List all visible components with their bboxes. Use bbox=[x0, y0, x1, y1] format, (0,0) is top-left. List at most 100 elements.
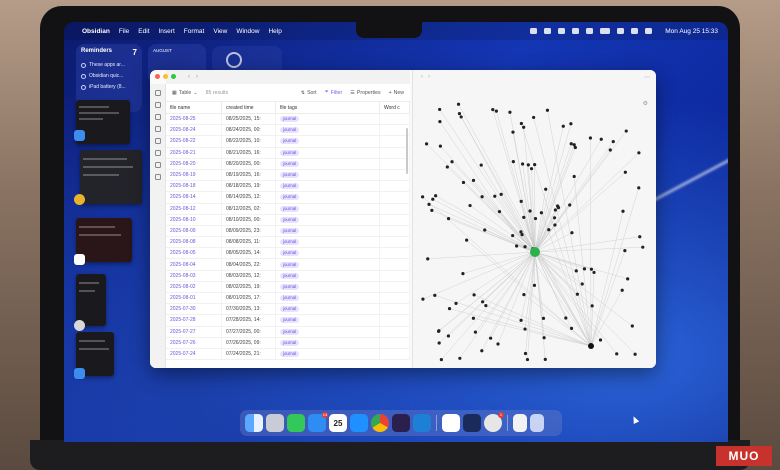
graph-node[interactable] bbox=[450, 160, 454, 164]
file-tags-cell[interactable]: journal bbox=[276, 158, 380, 169]
graph-node[interactable] bbox=[523, 351, 528, 356]
tag-badge[interactable]: journal bbox=[280, 283, 300, 290]
finder-icon[interactable] bbox=[74, 130, 85, 141]
file-tags-cell[interactable]: journal bbox=[276, 136, 380, 147]
word-count-cell[interactable] bbox=[380, 248, 410, 259]
graph-node[interactable] bbox=[592, 270, 596, 275]
graph-node[interactable] bbox=[511, 130, 515, 134]
created-time-cell[interactable]: 08/19/2025, 16: bbox=[222, 169, 276, 181]
tag-badge[interactable]: journal bbox=[280, 339, 300, 346]
documents-dock-icon[interactable] bbox=[513, 414, 527, 432]
table-row[interactable]: 2025-08-09 08/09/2025, 23: journal bbox=[166, 225, 410, 238]
graph-node[interactable] bbox=[447, 307, 452, 311]
file-name-cell[interactable]: 2025-08-04 bbox=[166, 259, 222, 270]
created-time-cell[interactable]: 07/30/2025, 13: bbox=[222, 304, 276, 315]
table-row[interactable]: 2025-08-21 08/21/2025, 16: journal bbox=[166, 147, 410, 159]
tag-badge[interactable]: journal bbox=[280, 138, 300, 145]
filter-button[interactable]: ⏷ Filter bbox=[325, 89, 343, 96]
created-time-cell[interactable]: 08/12/2025, 02: bbox=[222, 203, 276, 214]
menu-view[interactable]: View bbox=[213, 28, 227, 35]
graph-node[interactable] bbox=[445, 165, 449, 169]
word-count-cell[interactable] bbox=[380, 192, 410, 203]
graph-node[interactable] bbox=[582, 267, 587, 271]
table-row[interactable]: 2025-07-26 07/26/2025, 09: journal bbox=[166, 337, 410, 349]
trash-dock-icon[interactable] bbox=[530, 414, 544, 432]
created-time-cell[interactable]: 07/24/2025, 21: bbox=[222, 348, 276, 360]
graph-canvas[interactable] bbox=[413, 84, 656, 368]
file-tags-cell[interactable]: journal bbox=[276, 114, 380, 125]
back-arrow-icon[interactable]: ‹ bbox=[188, 74, 190, 80]
word-count-cell[interactable] bbox=[380, 326, 410, 337]
graph-node[interactable] bbox=[519, 230, 523, 234]
table-row[interactable]: 2025-07-24 07/24/2025, 21: journal bbox=[166, 348, 410, 361]
tag-badge[interactable]: journal bbox=[280, 328, 300, 335]
graph-node[interactable] bbox=[424, 142, 429, 146]
forward-arrow-icon[interactable]: › bbox=[428, 74, 430, 80]
graph-node-hub[interactable] bbox=[588, 343, 594, 349]
slack-dock-icon[interactable] bbox=[442, 414, 460, 432]
menu-edit[interactable]: Edit bbox=[138, 28, 149, 35]
graph-node[interactable] bbox=[484, 303, 488, 308]
messages-dock-icon[interactable] bbox=[287, 414, 305, 432]
file-name-cell[interactable]: 2025-08-02 bbox=[166, 281, 222, 292]
graph-node[interactable] bbox=[519, 121, 523, 126]
graph-node[interactable] bbox=[572, 143, 576, 147]
graph-node[interactable] bbox=[569, 142, 573, 146]
graph-node[interactable] bbox=[491, 107, 495, 112]
graph-node[interactable] bbox=[641, 245, 645, 249]
tag-badge[interactable]: journal bbox=[280, 127, 300, 134]
graph-node[interactable] bbox=[438, 144, 442, 148]
graph-node[interactable] bbox=[637, 151, 641, 155]
obsidian-dock-icon[interactable] bbox=[392, 414, 410, 432]
graph-node[interactable] bbox=[479, 163, 483, 167]
table-row[interactable]: 2025-08-04 08/04/2025, 22: journal bbox=[166, 259, 410, 271]
canvas-icon[interactable] bbox=[155, 138, 161, 144]
app-menu[interactable]: Obsidian bbox=[82, 28, 110, 35]
graph-node[interactable] bbox=[426, 257, 430, 261]
graph-node[interactable] bbox=[528, 209, 532, 213]
file-tags-cell[interactable]: journal bbox=[276, 248, 380, 259]
checkbox-circle-icon[interactable] bbox=[81, 84, 86, 90]
graph-node[interactable] bbox=[471, 178, 476, 182]
graph-node[interactable] bbox=[519, 199, 523, 203]
graph-node[interactable] bbox=[431, 197, 435, 201]
mail-dock-icon[interactable]: 14 bbox=[308, 412, 328, 432]
graph-node[interactable] bbox=[572, 174, 576, 179]
graph-node[interactable] bbox=[525, 357, 530, 362]
graph-node[interactable] bbox=[520, 233, 524, 237]
file-tags-cell[interactable]: journal bbox=[276, 315, 380, 326]
menu-clock[interactable]: Mon Aug 25 15:33 bbox=[665, 28, 718, 35]
calendar-icon[interactable] bbox=[155, 150, 161, 156]
search-icon[interactable] bbox=[155, 102, 161, 108]
graph-node[interactable] bbox=[522, 293, 526, 297]
graph-node[interactable] bbox=[468, 203, 472, 208]
file-tags-cell[interactable]: journal bbox=[276, 125, 380, 136]
file-tags-cell[interactable]: journal bbox=[276, 147, 380, 158]
file-name-cell[interactable]: 2025-08-09 bbox=[166, 225, 222, 237]
status-app-icon[interactable] bbox=[558, 28, 566, 34]
graph-node[interactable] bbox=[471, 316, 476, 320]
copy-icon[interactable] bbox=[155, 162, 161, 168]
graph-node[interactable] bbox=[542, 336, 546, 340]
tag-badge[interactable]: journal bbox=[280, 317, 300, 324]
graph-node[interactable] bbox=[598, 338, 603, 342]
file-name-cell[interactable]: 2025-07-24 bbox=[166, 348, 222, 360]
close-button[interactable] bbox=[155, 74, 160, 79]
app-dock-icon[interactable] bbox=[463, 414, 481, 432]
tag-badge[interactable]: journal bbox=[280, 306, 300, 313]
graph-node[interactable] bbox=[489, 336, 493, 340]
graph-node[interactable] bbox=[545, 108, 550, 112]
tag-badge[interactable]: journal bbox=[280, 116, 300, 123]
graph-node[interactable] bbox=[481, 300, 485, 304]
file-name-cell[interactable]: 2025-08-20 bbox=[166, 158, 222, 169]
graph-node[interactable] bbox=[561, 124, 565, 128]
table-row[interactable]: 2025-08-08 08/08/2025, 11: journal bbox=[166, 237, 410, 249]
file-tags-cell[interactable]: journal bbox=[276, 348, 380, 360]
created-time-cell[interactable]: 08/14/2025, 12: bbox=[222, 192, 276, 203]
graph-node[interactable] bbox=[480, 349, 484, 353]
table-row[interactable]: 2025-08-03 08/03/2025, 12: journal bbox=[166, 270, 410, 282]
graph-node[interactable] bbox=[437, 341, 441, 345]
sort-button[interactable]: ⇅ Sort bbox=[301, 90, 317, 96]
graph-node[interactable] bbox=[569, 122, 573, 126]
graph-node[interactable] bbox=[529, 167, 534, 171]
